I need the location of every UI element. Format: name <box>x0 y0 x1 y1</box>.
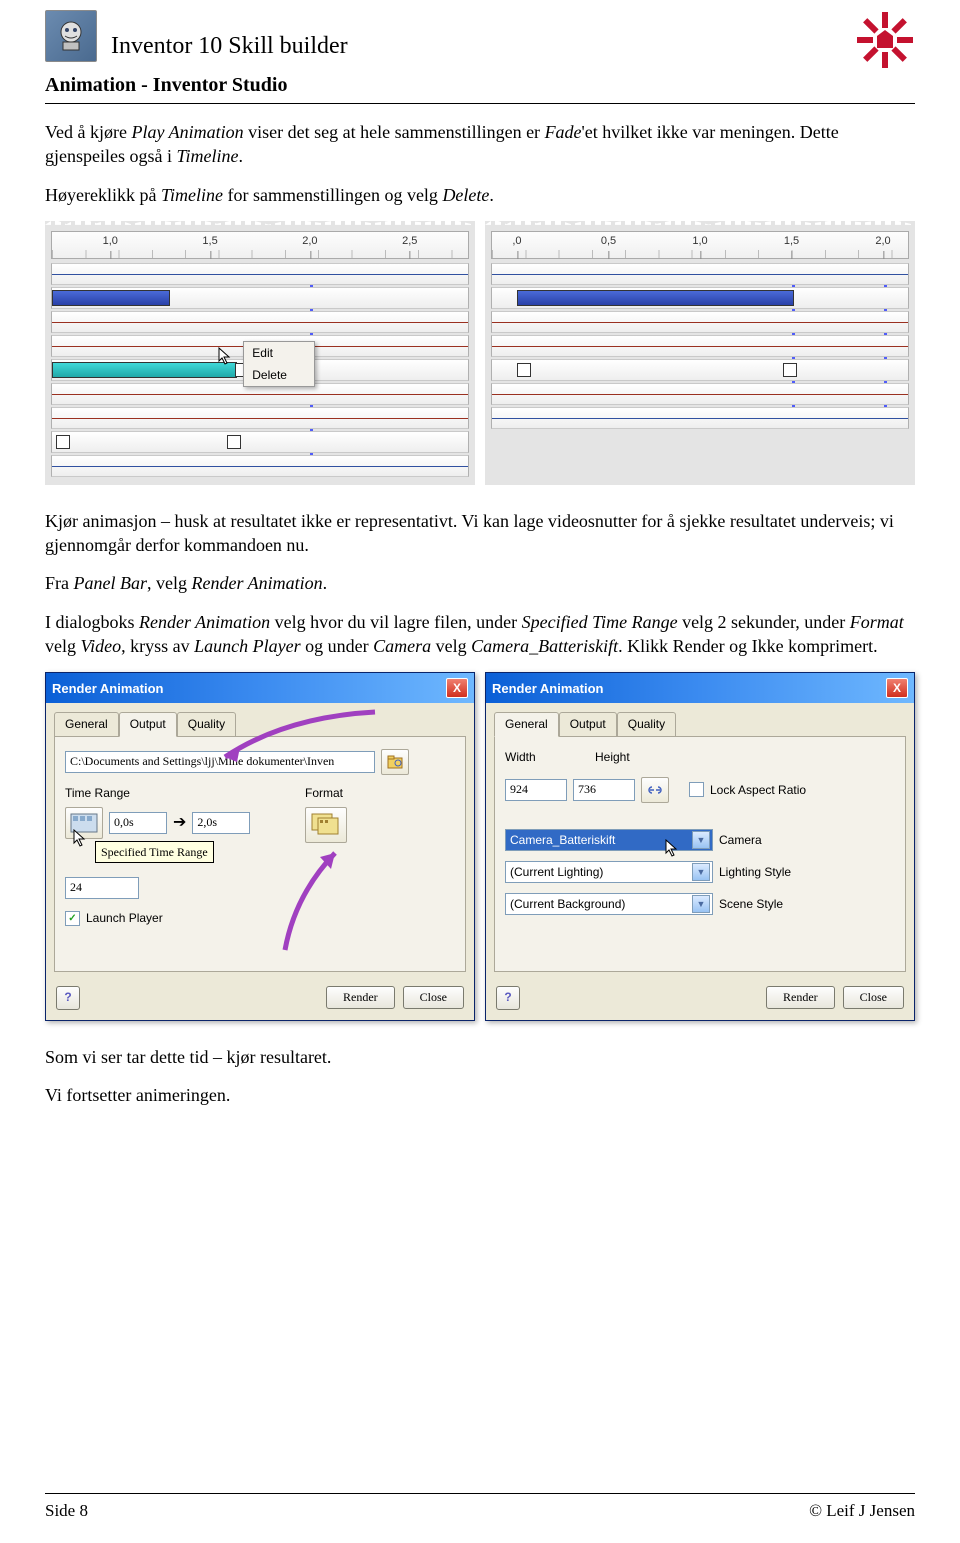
para-1: Ved å kjøre Play Animation viser det seg… <box>45 120 915 169</box>
lock-aspect-checkbox[interactable]: Lock Aspect Ratio <box>689 782 806 798</box>
tab-output[interactable]: Output <box>119 712 177 736</box>
lighting-label: Lighting Style <box>719 864 791 880</box>
height-input[interactable] <box>573 779 635 801</box>
tab-quality[interactable]: Quality <box>617 712 676 736</box>
menu-edit[interactable]: Edit <box>244 342 314 364</box>
timeline-ruler: 1,0 1,5 2,0 2,5 <box>51 231 469 259</box>
menu-delete[interactable]: Delete <box>244 364 314 386</box>
launch-player-checkbox[interactable]: ✓Launch Player <box>65 910 163 926</box>
timeline-track[interactable] <box>51 431 469 453</box>
lighting-select[interactable]: (Current Lighting)▼ <box>505 861 713 883</box>
close-button[interactable]: Close <box>843 986 904 1009</box>
link-dimensions-button[interactable] <box>641 777 669 803</box>
fps-input[interactable] <box>65 877 139 899</box>
timeline-track[interactable] <box>51 287 469 309</box>
time-to-input[interactable] <box>192 812 250 834</box>
timeline-screenshot-right: ,0 0,5 1,0 1,5 2,0 <box>485 221 915 485</box>
dialog-title: Render Animation <box>52 680 163 698</box>
para-3: Kjør animasjon – husk at resultatet ikke… <box>45 509 915 558</box>
context-menu[interactable]: Edit Delete <box>243 341 315 387</box>
para-4: Fra Panel Bar, velg Render Animation. <box>45 571 915 595</box>
close-button[interactable]: Close <box>403 986 464 1009</box>
para-7: Vi fortsetter animeringen. <box>45 1083 915 1107</box>
render-dialog-general: Render Animation X General Output Quality… <box>485 672 915 1020</box>
render-button[interactable]: Render <box>326 986 395 1009</box>
header-rule <box>45 103 915 104</box>
height-label: Height <box>595 749 630 765</box>
time-range-type-button[interactable] <box>65 807 103 839</box>
para-6: Som vi ser tar dette tid – kjør resultar… <box>45 1045 915 1069</box>
close-button[interactable]: X <box>886 678 908 698</box>
tab-quality[interactable]: Quality <box>177 712 236 736</box>
render-dialog-output: Render Animation X General Output Quality… <box>45 672 475 1020</box>
width-label: Width <box>505 749 565 765</box>
page-number: Side 8 <box>45 1500 88 1523</box>
help-button[interactable]: ? <box>496 986 520 1010</box>
width-input[interactable] <box>505 779 567 801</box>
help-button[interactable]: ? <box>56 986 80 1010</box>
footer-rule <box>45 1493 915 1494</box>
close-button[interactable]: X <box>446 678 468 698</box>
logo-icon <box>855 10 915 70</box>
time-from-input[interactable] <box>109 812 167 834</box>
doc-subtitle: Animation - Inventor Studio <box>45 72 915 99</box>
scene-select[interactable]: (Current Background)▼ <box>505 893 713 915</box>
tab-general[interactable]: General <box>54 712 119 736</box>
app-icon <box>45 10 97 62</box>
timeline-screenshot-left: 1,0 1,5 2,0 2,5 Edit Delete <box>45 221 475 485</box>
render-button[interactable]: Render <box>766 986 835 1009</box>
arrow-icon: ➔ <box>173 812 186 834</box>
scene-label: Scene Style <box>719 896 783 912</box>
file-path-input[interactable] <box>65 751 375 773</box>
time-range-label: Time Range <box>65 785 275 801</box>
para-2: Høyereklikk på Timeline for sammenstilli… <box>45 183 915 207</box>
camera-label: Camera <box>719 832 762 848</box>
camera-select[interactable]: Camera_Batteriskift▼ <box>505 829 713 851</box>
tooltip: Specified Time Range <box>95 841 214 863</box>
dialog-title: Render Animation <box>492 680 603 698</box>
format-label: Format <box>305 785 455 801</box>
tab-output[interactable]: Output <box>559 712 617 736</box>
tab-general[interactable]: General <box>494 712 559 736</box>
copyright: © Leif J Jensen <box>809 1500 915 1523</box>
para-5: I dialogboks Render Animation velg hvor … <box>45 610 915 659</box>
annotation-arrow-icon <box>265 845 355 955</box>
browse-button[interactable] <box>381 749 409 775</box>
format-video-button[interactable] <box>305 807 347 843</box>
doc-title: Inventor 10 Skill builder <box>111 30 348 62</box>
